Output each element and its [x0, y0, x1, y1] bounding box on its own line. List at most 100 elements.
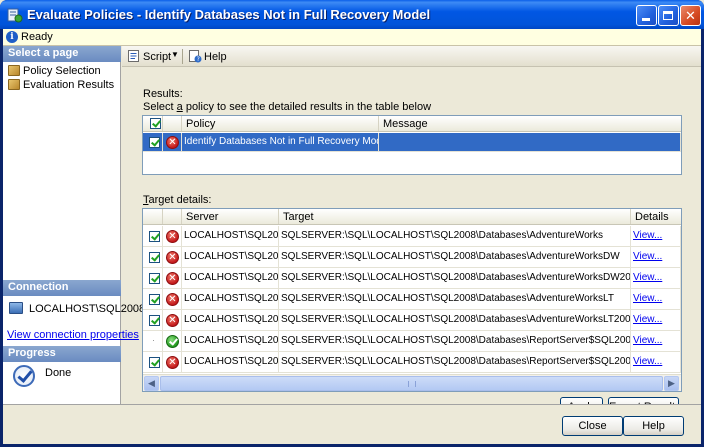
- title-bar[interactable]: Evaluate Policies - Identify Databases N…: [0, 0, 704, 29]
- view-details-link[interactable]: View...: [633, 293, 662, 304]
- info-icon: i: [6, 31, 18, 43]
- dialog-client: i Ready Select a page Policy Selection E…: [3, 29, 701, 444]
- message-cell: [379, 133, 681, 152]
- row-status-cell: ✕: [163, 268, 182, 289]
- target-row[interactable]: LOCALHOST\SQL2008SQLSERVER:\SQL\LOCALHOS…: [143, 331, 681, 352]
- results-grid-header: Policy Message: [143, 116, 681, 132]
- server-cell: LOCALHOST\SQL2008: [182, 226, 279, 247]
- row-checkbox-empty[interactable]: [153, 340, 154, 341]
- view-details-link[interactable]: View...: [633, 251, 662, 262]
- view-details-link[interactable]: View...: [633, 314, 662, 325]
- row-checkbox-cell: [143, 268, 163, 289]
- row-status-cell: ✕: [163, 247, 182, 268]
- script-icon: [128, 50, 139, 62]
- row-checkbox[interactable]: [149, 294, 160, 305]
- scrollbar-grip: [407, 381, 416, 387]
- row-checkbox[interactable]: [149, 137, 160, 148]
- maximize-icon: [663, 11, 673, 20]
- target-header-details[interactable]: Details: [631, 209, 681, 224]
- svg-text:?: ?: [197, 56, 200, 63]
- row-status-cell: ✕: [163, 133, 182, 152]
- script-button[interactable]: Script: [127, 49, 171, 63]
- target-row[interactable]: ✕LOCALHOST\SQL2008SQLSERVER:\SQL\LOCALHO…: [143, 310, 681, 331]
- server-cell: LOCALHOST\SQL2008: [182, 268, 279, 289]
- page-item-label: Policy Selection: [23, 65, 101, 77]
- maximize-button[interactable]: [658, 5, 679, 26]
- page-icon: [8, 79, 20, 90]
- server-cell: LOCALHOST\SQL2008: [182, 247, 279, 268]
- results-header-message[interactable]: Message: [379, 116, 681, 131]
- target-row[interactable]: ✕LOCALHOST\SQL2008SQLSERVER:\SQL\LOCALHO…: [143, 268, 681, 289]
- row-checkbox-cell: [143, 247, 163, 268]
- row-status-cell: ✕: [163, 352, 182, 373]
- scroll-right-button[interactable]: ▶: [664, 376, 679, 391]
- scroll-left-button[interactable]: ◀: [144, 376, 159, 391]
- close-icon: ✕: [685, 8, 696, 23]
- results-grid: Policy Message ✕ Identify Databases Not …: [142, 115, 682, 175]
- close-window-button[interactable]: ✕: [680, 5, 701, 26]
- window-title: Evaluate Policies - Identify Databases N…: [27, 7, 431, 22]
- target-cell: SQLSERVER:\SQL\LOCALHOST\SQL2008\Databas…: [279, 268, 631, 289]
- scrollbar-thumb[interactable]: [160, 376, 663, 391]
- target-header-checkbox: [143, 209, 163, 224]
- close-button[interactable]: Close: [562, 416, 623, 436]
- target-header-server[interactable]: Server: [182, 209, 279, 224]
- progress-header: Progress: [3, 346, 121, 362]
- server-icon: [9, 302, 23, 314]
- target-cell: SQLSERVER:\SQL\LOCALHOST\SQL2008\Databas…: [279, 226, 631, 247]
- toolbar-separator: [182, 49, 183, 64]
- help-toolbar-button[interactable]: ? Help: [188, 49, 227, 63]
- view-details-link[interactable]: View...: [633, 272, 662, 283]
- results-header-checkbox[interactable]: [143, 116, 163, 131]
- target-details-text: arget details:: [148, 194, 212, 206]
- server-cell: LOCALHOST\SQL2008: [182, 352, 279, 373]
- chevron-left-icon: ◀: [148, 378, 155, 388]
- row-checkbox[interactable]: [149, 252, 160, 263]
- target-cell: SQLSERVER:\SQL\LOCALHOST\SQL2008\Databas…: [279, 310, 631, 331]
- target-header-target[interactable]: Target: [279, 209, 631, 224]
- view-connection-properties-link[interactable]: View connection properties: [7, 329, 139, 341]
- row-checkbox-cell: [143, 352, 163, 373]
- progress-status: Done: [45, 367, 72, 379]
- status-text: Ready: [21, 31, 53, 43]
- view-details-link[interactable]: View...: [633, 356, 662, 367]
- results-label: Results:: [143, 88, 183, 100]
- horizontal-scrollbar[interactable]: ◀ ▶: [143, 374, 681, 391]
- connection-header: Connection: [3, 280, 121, 296]
- view-details-link[interactable]: View...: [633, 230, 662, 241]
- results-instruction: Select a policy to see the detailed resu…: [143, 101, 431, 113]
- row-checkbox[interactable]: [149, 273, 160, 284]
- target-cell: SQLSERVER:\SQL\LOCALHOST\SQL2008\Databas…: [279, 352, 631, 373]
- target-header-status: [163, 209, 182, 224]
- help-button[interactable]: Help: [623, 416, 684, 436]
- error-icon: ✕: [166, 230, 179, 243]
- row-checkbox[interactable]: [149, 357, 160, 368]
- page-icon: [8, 65, 20, 76]
- error-icon: ✕: [166, 314, 179, 327]
- help-label: Help: [204, 51, 227, 63]
- page-item-policy-selection[interactable]: Policy Selection: [8, 65, 101, 78]
- row-checkbox[interactable]: [149, 231, 160, 242]
- target-details-label: Target details:: [143, 194, 211, 206]
- view-details-link[interactable]: View...: [633, 335, 662, 346]
- target-row[interactable]: ✕LOCALHOST\SQL2008SQLSERVER:\SQL\LOCALHO…: [143, 226, 681, 247]
- target-row[interactable]: ✕LOCALHOST\SQL2008SQLSERVER:\SQL\LOCALHO…: [143, 289, 681, 310]
- details-cell: View...: [631, 268, 681, 289]
- script-dropdown-arrow[interactable]: ▼: [171, 50, 179, 59]
- policy-icon: [7, 8, 23, 23]
- results-row[interactable]: ✕ Identify Databases Not in Full Recover…: [143, 133, 681, 152]
- policy-name-cell: Identify Databases Not in Full Recovery …: [182, 133, 379, 152]
- row-checkbox[interactable]: [149, 315, 160, 326]
- page-item-evaluation-results[interactable]: Evaluation Results: [8, 79, 114, 92]
- check-all-checkbox[interactable]: [150, 118, 161, 129]
- row-status-cell: ✕: [163, 226, 182, 247]
- target-row[interactable]: ✕LOCALHOST\SQL2008SQLSERVER:\SQL\LOCALHO…: [143, 352, 681, 373]
- details-cell: View...: [631, 226, 681, 247]
- error-icon: ✕: [166, 136, 179, 149]
- target-cell: SQLSERVER:\SQL\LOCALHOST\SQL2008\Databas…: [279, 289, 631, 310]
- minimize-button[interactable]: [636, 5, 657, 26]
- target-row[interactable]: ✕LOCALHOST\SQL2008SQLSERVER:\SQL\LOCALHO…: [143, 247, 681, 268]
- server-cell: LOCALHOST\SQL2008: [182, 310, 279, 331]
- status-bar: i Ready: [3, 29, 701, 46]
- results-header-policy[interactable]: Policy: [182, 116, 379, 131]
